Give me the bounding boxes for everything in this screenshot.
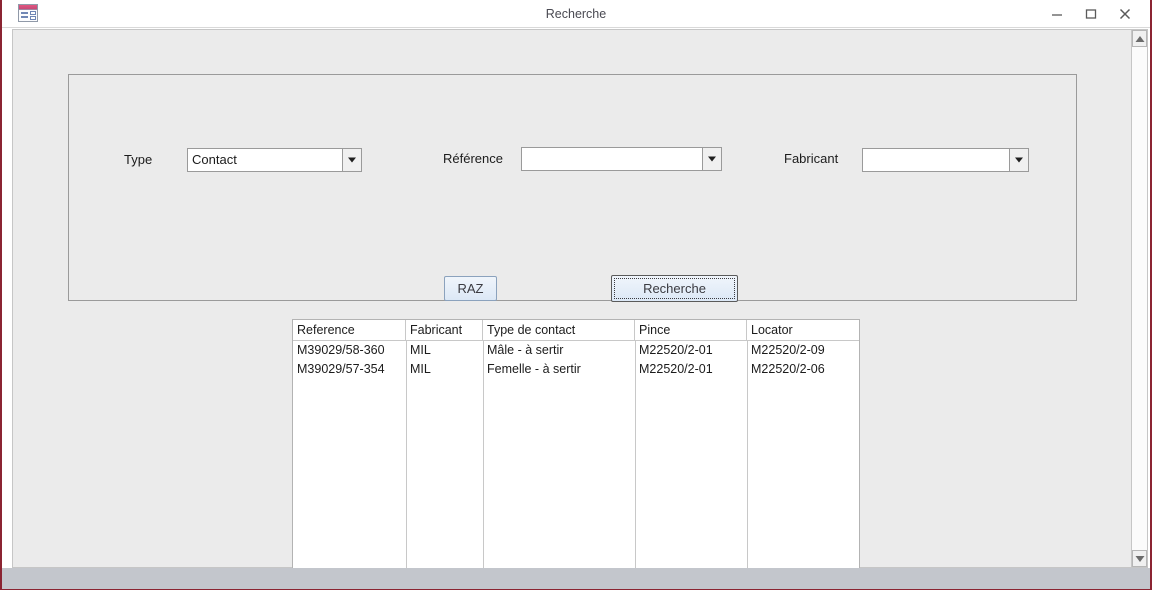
scrollbar-track[interactable]: [1132, 47, 1147, 550]
combo-reference-value: [522, 148, 702, 170]
form-client-area: Type Contact Référence Fabricant RAZ Rec…: [12, 29, 1135, 569]
label-reference: Référence: [443, 151, 503, 166]
cell-type-de-contact: Femelle - à sertir: [487, 362, 581, 376]
chevron-down-icon[interactable]: [702, 148, 721, 170]
combo-reference[interactable]: [521, 147, 722, 171]
combo-type[interactable]: Contact: [187, 148, 362, 172]
chevron-down-icon[interactable]: [342, 149, 361, 171]
column-header-pince[interactable]: Pince: [635, 320, 747, 340]
cell-pince: M22520/2-01: [639, 362, 713, 376]
label-type: Type: [124, 152, 153, 167]
search-criteria-panel: Type Contact Référence Fabricant: [68, 74, 1077, 301]
reset-button-label: RAZ: [457, 281, 484, 296]
minimize-icon[interactable]: [1042, 0, 1072, 27]
table-header-row: Reference Fabricant Type de contact Pinc…: [293, 320, 859, 341]
column-header-locator[interactable]: Locator: [747, 320, 859, 340]
table-body: M39029/58-360 MIL Mâle - à sertir M22520…: [293, 341, 859, 568]
combo-type-value: Contact: [192, 152, 237, 167]
table-row[interactable]: M39029/58-360 MIL Mâle - à sertir M22520…: [293, 341, 859, 360]
results-table[interactable]: Reference Fabricant Type de contact Pinc…: [292, 319, 860, 569]
cell-locator: M22520/2-09: [751, 343, 825, 357]
triangle-down-icon[interactable]: [1132, 550, 1147, 567]
column-header-fabricant[interactable]: Fabricant: [406, 320, 483, 340]
column-header-type-de-contact[interactable]: Type de contact: [483, 320, 635, 340]
status-bar: [2, 568, 1150, 589]
column-header-reference[interactable]: Reference: [293, 320, 406, 340]
combo-fabricant-value: [863, 149, 1009, 171]
triangle-up-icon[interactable]: [1132, 30, 1147, 47]
combo-fabricant[interactable]: [862, 148, 1029, 172]
search-button-label: Recherche: [643, 281, 706, 296]
close-icon[interactable]: [1110, 0, 1140, 27]
cell-type-de-contact: Mâle - à sertir: [487, 343, 564, 357]
maximize-icon[interactable]: [1076, 0, 1106, 27]
label-fabricant: Fabricant: [784, 151, 839, 166]
window-title: Recherche: [545, 7, 607, 21]
cell-pince: M22520/2-01: [639, 343, 713, 357]
vertical-scrollbar[interactable]: [1131, 29, 1148, 568]
application-window: Recherche Type Contact Référence Fabrica…: [0, 0, 1152, 590]
reset-button[interactable]: RAZ: [444, 276, 497, 301]
title-bar: Recherche: [2, 0, 1150, 28]
table-row[interactable]: M39029/57-354 MIL Femelle - à sertir M22…: [293, 360, 859, 379]
cell-fabricant: MIL: [410, 343, 431, 357]
search-button[interactable]: Recherche: [611, 275, 738, 302]
chevron-down-icon[interactable]: [1009, 149, 1028, 171]
cell-reference: M39029/57-354: [297, 362, 385, 376]
cell-fabricant: MIL: [410, 362, 431, 376]
cell-reference: M39029/58-360: [297, 343, 385, 357]
cell-locator: M22520/2-06: [751, 362, 825, 376]
